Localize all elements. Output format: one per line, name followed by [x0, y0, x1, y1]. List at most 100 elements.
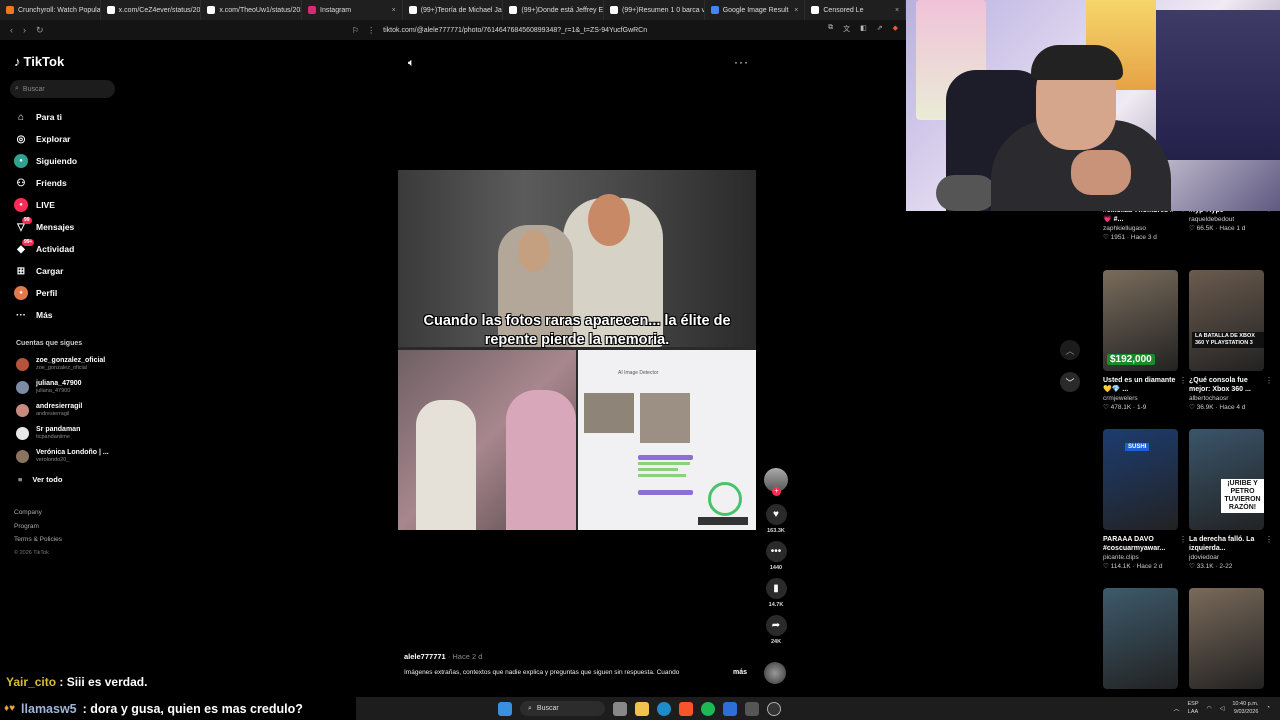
- save-action[interactable]: ▮ 14.7K: [762, 578, 790, 608]
- author-name[interactable]: alele777771: [404, 652, 446, 661]
- sidebar-item-mensajes[interactable]: ▽ 99 Mensajes: [14, 216, 124, 238]
- windows-start-icon[interactable]: [498, 701, 512, 716]
- back-icon[interactable]: ‹: [10, 25, 13, 36]
- tab-close-icon[interactable]: ×: [392, 7, 396, 14]
- cast-icon[interactable]: ⧉: [828, 24, 833, 34]
- like-action[interactable]: ♥ 163.3K: [762, 504, 790, 534]
- following-account[interactable]: Verónica Londoño | ... verolondo20_: [16, 446, 116, 466]
- video-thumbnail[interactable]: [1103, 588, 1178, 689]
- recommended-video[interactable]: [1189, 588, 1267, 689]
- recommended-video[interactable]: SUSHI PARAAA DAVO #coscuarmyawar... picant…: [1103, 429, 1187, 571]
- card-menu-icon[interactable]: ⋮: [1265, 376, 1273, 385]
- browser-tab[interactable]: Crunchyroll: Watch Popular Ar×: [0, 0, 101, 20]
- card-menu-icon[interactable]: ⋮: [1265, 535, 1273, 544]
- file-explorer-icon[interactable]: [635, 701, 649, 716]
- forward-icon[interactable]: ›: [23, 25, 26, 36]
- sidebar-item-live[interactable]: ● LIVE: [14, 194, 124, 216]
- more-options-icon[interactable]: ···: [734, 55, 749, 69]
- following-account[interactable]: andresierragil andresierragil: [16, 400, 116, 420]
- heart-icon[interactable]: ♥: [765, 504, 787, 525]
- video-thumbnail[interactable]: [1189, 588, 1264, 689]
- following-account[interactable]: juliana_47900 juliana_47900: [16, 377, 116, 397]
- creator-avatar[interactable]: +: [764, 468, 788, 496]
- reload-icon[interactable]: ↻: [36, 25, 44, 36]
- video-author[interactable]: jdoviedoar: [1189, 553, 1267, 562]
- sidebar-item-explorar[interactable]: ◎ Explorar: [14, 128, 124, 150]
- music-disc-icon[interactable]: [764, 662, 786, 684]
- post-author[interactable]: alele777771 · Hace 2 d: [404, 652, 482, 661]
- video-thumbnail[interactable]: $192,000: [1103, 270, 1178, 371]
- tiktok-logo[interactable]: ♪ TikTok: [14, 54, 64, 69]
- browser-tab[interactable]: Instagram ×: [302, 0, 403, 20]
- browser-tab[interactable]: Censored Le ×: [805, 0, 907, 20]
- translate-icon[interactable]: 文: [843, 24, 850, 34]
- follow-plus-icon[interactable]: +: [772, 487, 781, 496]
- taskbar-search[interactable]: ⌕ Buscar: [520, 701, 605, 716]
- more-text-button[interactable]: más: [733, 669, 747, 676]
- sidebar-item-cargar[interactable]: ⊞ Cargar: [14, 260, 124, 282]
- browser-tab[interactable]: (99+)Resumen 1 0 barca vs at×: [604, 0, 705, 20]
- site-info-icon[interactable]: ⋮: [367, 26, 375, 35]
- video-thumbnail[interactable]: ¡URIBE Y PETRO TUVIERON RAZÓN!: [1189, 429, 1264, 530]
- wifi-icon[interactable]: ◠: [1207, 705, 1212, 712]
- see-all-button[interactable]: ≡ Ver todo: [18, 475, 62, 484]
- notification-bell-icon[interactable]: ◔: [1266, 705, 1270, 711]
- spotify-icon[interactable]: [701, 701, 715, 716]
- chevron-up-icon[interactable]: ︿: [1060, 340, 1080, 360]
- tab-close-icon[interactable]: ×: [794, 7, 798, 14]
- shield-icon[interactable]: ◆: [893, 24, 898, 34]
- video-author[interactable]: picante.clips: [1103, 553, 1181, 562]
- video-author[interactable]: raqueldebedout: [1189, 215, 1267, 224]
- volume-icon[interactable]: ◁: [1220, 705, 1225, 712]
- video-author[interactable]: crmjewelers: [1103, 394, 1181, 403]
- task-view-icon[interactable]: [613, 701, 627, 716]
- post-photo[interactable]: AI Image Detector: [398, 170, 756, 530]
- video-title[interactable]: PARAAA DAVO #coscuarmyawar...: [1103, 535, 1181, 553]
- share-arrow-icon[interactable]: ➦: [765, 615, 787, 636]
- tab-close-icon[interactable]: ×: [895, 7, 899, 14]
- sidebar-item-actividad[interactable]: ◆ 99+ Actividad: [14, 238, 124, 260]
- footer-program[interactable]: Program: [14, 520, 62, 534]
- search-input[interactable]: ⌕ Buscar: [10, 80, 115, 98]
- recommended-video[interactable]: $192,000 Usted es un diamante💛💎 ... crmjew…: [1103, 270, 1187, 412]
- video-thumbnail[interactable]: SUSHI: [1103, 429, 1178, 530]
- footer-company[interactable]: Company: [14, 506, 62, 520]
- browser-tab[interactable]: (99+)Donde está Jeffrey EPST×: [503, 0, 605, 20]
- bookmark-icon[interactable]: ⚐: [352, 26, 359, 35]
- card-menu-icon[interactable]: ⋮: [1179, 376, 1187, 385]
- sidebar-item-para-ti[interactable]: ⌂ Para ti: [14, 106, 124, 128]
- edge-icon[interactable]: [657, 701, 671, 716]
- sidebar-item-m-s[interactable]: ··· Más: [14, 304, 124, 326]
- settings-icon[interactable]: [745, 701, 759, 716]
- extension-icon[interactable]: ◧: [860, 24, 867, 34]
- footer-terms[interactable]: Terms & Policies: [14, 533, 62, 547]
- video-thumbnail[interactable]: LA BATALLA DE XBOX 360 Y PLAYSTATION 3: [1189, 270, 1264, 371]
- sidebar-item-friends[interactable]: ⚇ Friends: [14, 172, 124, 194]
- video-title[interactable]: La derecha falló. La izquierda...: [1189, 535, 1267, 553]
- browser-tab[interactable]: (99+)Teoría de Michael Jackso×: [403, 0, 504, 20]
- recommended-video[interactable]: [1103, 588, 1181, 689]
- share-icon[interactable]: ⇗: [877, 24, 883, 34]
- bookmark-icon[interactable]: ▮: [765, 578, 787, 599]
- clock[interactable]: 10:40 p.m. 9/03/2026: [1232, 700, 1258, 716]
- card-menu-icon[interactable]: ⋮: [1179, 535, 1187, 544]
- comment-action[interactable]: ••• 1440: [762, 541, 790, 571]
- app-icon[interactable]: [723, 701, 737, 716]
- chevron-up-icon[interactable]: ︿: [1173, 704, 1179, 713]
- video-title[interactable]: ¿Qué consola fue mejor: Xbox 360 ...: [1189, 376, 1267, 394]
- recommended-video[interactable]: ¡URIBE Y PETRO TUVIERON RAZÓN! La derecha…: [1189, 429, 1273, 571]
- obs-icon[interactable]: [767, 701, 781, 716]
- browser-tab[interactable]: x.com/TheoUw1/status/20310×: [201, 0, 303, 20]
- recommended-video[interactable]: LA BATALLA DE XBOX 360 Y PLAYSTATION 3 ¿Q…: [1189, 270, 1273, 412]
- following-account[interactable]: zoe_gonzalez_oficial zoe_gonzalez_oficial: [16, 354, 116, 374]
- url-box[interactable]: ⚐ ⋮ tiktok.com/@alele777771/photo/761464…: [352, 23, 892, 37]
- brave-icon[interactable]: [679, 701, 693, 716]
- comment-icon[interactable]: •••: [765, 541, 787, 562]
- share-action[interactable]: ➦ 24K: [762, 615, 790, 645]
- language-indicator[interactable]: ESP LAA: [1187, 700, 1198, 716]
- volume-icon[interactable]: 🔈︎: [408, 57, 415, 70]
- sidebar-item-siguiendo[interactable]: ● Siguiendo: [14, 150, 124, 172]
- video-author[interactable]: albertochaosr: [1189, 394, 1267, 403]
- sidebar-item-perfil[interactable]: ● Perfil: [14, 282, 124, 304]
- video-author[interactable]: zaphkiellugaso: [1103, 224, 1181, 233]
